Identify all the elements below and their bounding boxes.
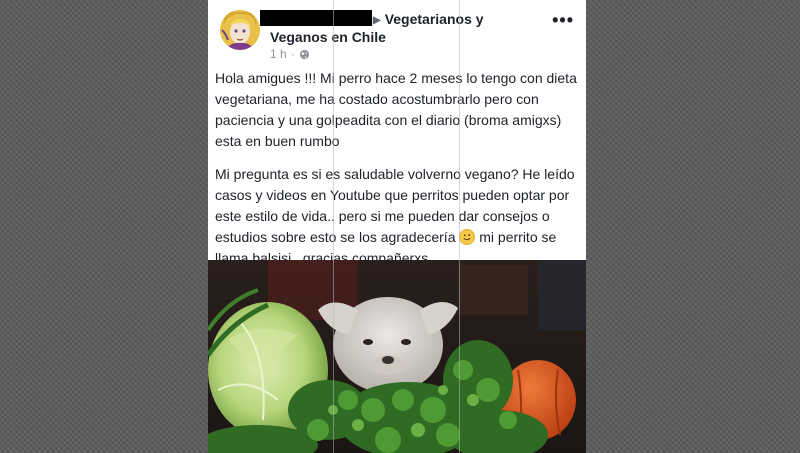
meta-separator: · <box>290 47 295 61</box>
post-photo[interactable] <box>208 260 586 453</box>
group-name-line2[interactable]: Veganos en Chile <box>270 28 386 46</box>
post-paragraph-2: Mi pregunta es si es saludable volverno … <box>215 164 581 269</box>
facebook-post-card: ▶ Vegetarianos y Veganos en Chile 1 h · •… <box>208 0 586 453</box>
timestamp[interactable]: 1 h <box>270 47 287 61</box>
redacted-author-name <box>260 10 372 26</box>
post-meta: 1 h · <box>270 47 310 61</box>
post-text: Hola amigues !!! Mi perro hace 2 meses l… <box>215 68 581 281</box>
globe-icon <box>299 49 309 59</box>
group-name-text[interactable]: Vegetarianos y <box>385 11 484 27</box>
smile-emoji-icon <box>459 229 476 245</box>
avatar[interactable] <box>220 10 260 50</box>
post-paragraph-1: Hola amigues !!! Mi perro hace 2 meses l… <box>215 70 577 149</box>
scan-line-artifact <box>333 0 334 453</box>
scan-line-artifact <box>459 0 460 453</box>
more-options-button[interactable]: ••• <box>552 10 574 31</box>
group-name-line1[interactable]: ▶ Vegetarianos y <box>373 10 484 30</box>
arrow-right-icon: ▶ <box>373 15 381 26</box>
